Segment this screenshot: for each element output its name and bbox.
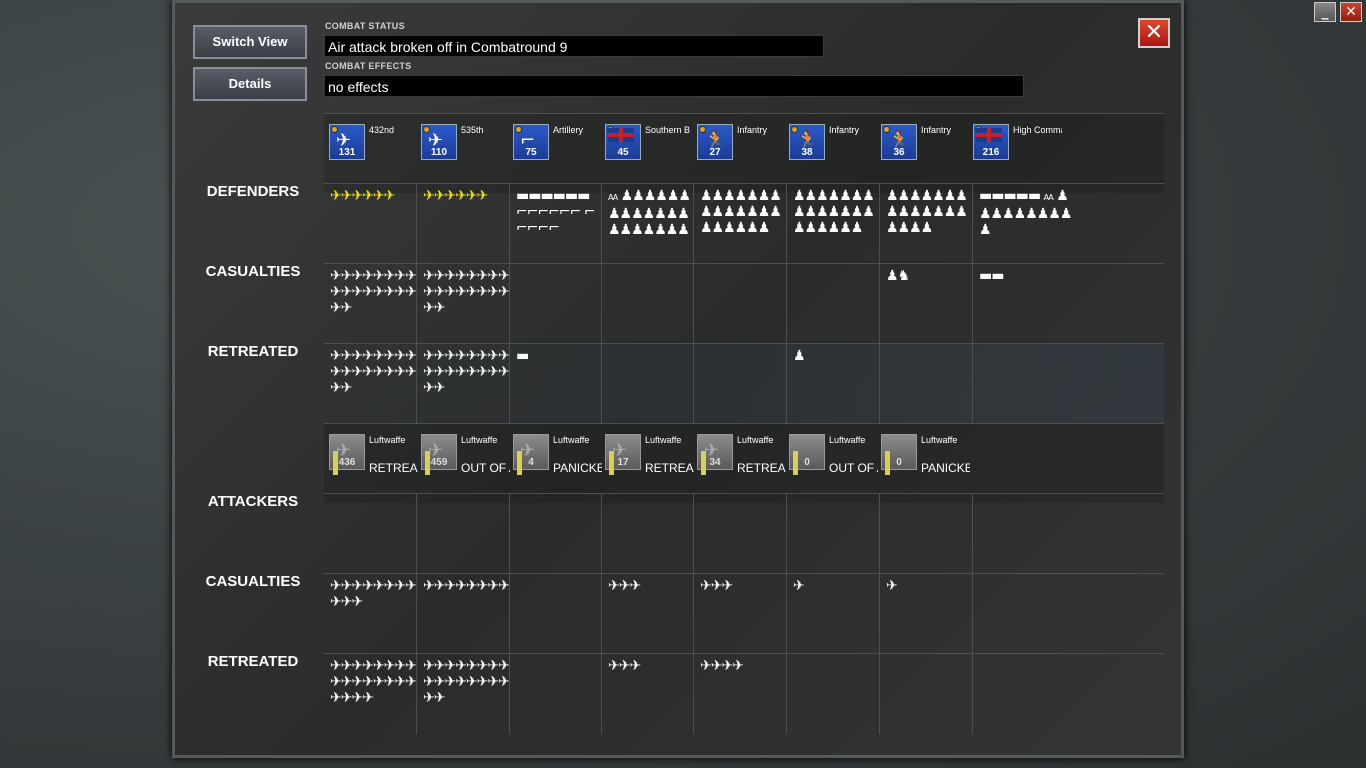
- details-button[interactable]: Details: [193, 67, 307, 101]
- plane-sprites: ✈✈✈✈✈✈✈✈✈✈✈✈✈✈✈✈✈✈: [423, 268, 509, 316]
- defender-unit[interactable]: ✈ 131 432nd: [326, 114, 418, 184]
- defender-retreated-label: RETREATED: [207, 343, 299, 360]
- attacker-unit[interactable]: ✈ 34 Luftwaffe RETREA: [694, 424, 786, 494]
- minimize-button[interactable]: _: [1314, 2, 1336, 22]
- defender-unit[interactable]: 45 Southern B: [602, 114, 694, 184]
- plane-sprites: ✈✈✈✈✈✈✈✈: [423, 578, 509, 594]
- close-icon[interactable]: ✕: [1138, 18, 1170, 48]
- defender-unit[interactable]: ⌐ 75 Artillery: [510, 114, 602, 184]
- defender-casualties-row: ✈✈✈✈✈✈✈✈✈✈✈✈✈✈✈✈✈✈ ✈✈✈✈✈✈✈✈✈✈✈✈✈✈✈✈✈✈ ♟♞…: [324, 263, 1164, 344]
- attacker-unit[interactable]: ✈ 17 Luftwaffe RETREA: [602, 424, 694, 494]
- defender-unit[interactable]: 216 High Command: [970, 114, 1062, 184]
- plane-sprites: ✈: [793, 578, 805, 594]
- troop-sprites: ♟: [793, 348, 806, 364]
- defenders-row: ✈✈✈✈✈✈ ✈✈✈✈✈✈ ▬▬▬▬▬▬ ⌐⌐⌐⌐⌐⌐ ⌐⌐⌐⌐⌐ AA ♟♟♟…: [324, 183, 1164, 264]
- uk-flag-icon: [976, 128, 1002, 142]
- troop-sprites: AA ♟♟♟♟♟♟♟♟♟♟♟♟♟♟♟♟♟♟♟♟: [608, 188, 691, 238]
- plane-sprites: ✈✈✈✈✈✈✈✈✈✈✈✈✈✈✈✈✈✈✈✈: [330, 658, 416, 706]
- attackers-row: [324, 493, 1164, 574]
- attacker-unit[interactable]: 0 LuftwaffePANICKED: [878, 424, 970, 494]
- attacker-unit[interactable]: 0 LuftwaffeOUT OF A: [786, 424, 878, 494]
- plane-sprites: ✈✈✈✈✈✈✈✈✈✈✈: [330, 578, 416, 610]
- combat-effects-field: no effects: [324, 75, 1024, 97]
- switch-view-button[interactable]: Switch View: [193, 25, 307, 59]
- plane-sprites: ✈✈✈✈✈✈: [330, 188, 395, 204]
- attacker-casualties-label: CASUALTIES: [205, 573, 301, 590]
- defender-retreated-row: ✈✈✈✈✈✈✈✈✈✈✈✈✈✈✈✈✈✈ ✈✈✈✈✈✈✈✈✈✈✈✈✈✈✈✈✈✈ ▬ …: [324, 343, 1164, 424]
- defender-unit-row: ✈ 131 432nd ✈ 110 535th ⌐ 75 Artillery 45 S…: [324, 113, 1164, 193]
- plane-sprites: ✈: [886, 578, 898, 594]
- attacker-unit[interactable]: ✈ 4 Luftwaffe PANICKE: [510, 424, 602, 494]
- window-close-button[interactable]: ✕: [1340, 2, 1362, 22]
- plane-sprites: ✈✈✈: [608, 658, 641, 674]
- attacker-retreated-row: ✈✈✈✈✈✈✈✈✈✈✈✈✈✈✈✈✈✈✈✈ ✈✈✈✈✈✈✈✈✈✈✈✈✈✈✈✈✈✈ …: [324, 653, 1164, 734]
- combat-effects-label: COMBAT EFFECTS: [325, 61, 412, 71]
- defender-unit[interactable]: 🏃 38 Infantry: [786, 114, 878, 184]
- combat-grid: ✈ 131 432nd ✈ 110 535th ⌐ 75 Artillery 45 S…: [324, 113, 1164, 734]
- plane-sprites: ✈✈✈: [700, 578, 733, 594]
- troop-sprites: ♟♟♟♟♟♟♟♟♟♟♟♟♟♟♟♟♟♟♟♟: [700, 188, 782, 236]
- attacker-unit[interactable]: ✈459 LuftwaffeOUT OF A: [418, 424, 510, 494]
- combat-status-field: Air attack broken off in Combatround 9: [324, 35, 824, 57]
- defender-unit[interactable]: ✈ 110 535th: [418, 114, 510, 184]
- combat-status-label: COMBAT STATUS: [325, 21, 405, 31]
- attacker-retreated-label: RETREATED: [207, 653, 299, 670]
- plane-sprites: ✈✈✈✈✈✈✈✈✈✈✈✈✈✈✈✈✈✈: [423, 348, 509, 396]
- attacker-unit[interactable]: ✈ 436 Luftwaffe RETREA: [326, 424, 418, 494]
- vehicle-sprites: ▬: [516, 348, 529, 364]
- artillery-sprites: ▬▬▬▬▬▬ ⌐⌐⌐⌐⌐⌐ ⌐⌐⌐⌐⌐: [516, 188, 596, 236]
- troop-sprites: ♟♟♟♟♟♟♟♟♟♟♟♟♟♟♟♟♟♟♟♟: [793, 188, 875, 236]
- uk-flag-icon: [608, 128, 634, 142]
- vehicle-sprites: ▬▬: [979, 268, 1004, 284]
- attackers-label: ATTACKERS: [207, 493, 299, 510]
- plane-sprites: ✈✈✈✈✈✈✈✈✈✈✈✈✈✈✈✈✈✈: [330, 348, 416, 396]
- defender-unit[interactable]: 🏃 27 Infantry: [694, 114, 786, 184]
- plane-sprites: ✈✈✈✈✈✈✈✈✈✈✈✈✈✈✈✈✈✈: [330, 268, 416, 316]
- plane-sprites: ✈✈✈✈✈✈: [423, 188, 488, 204]
- defenders-label: DEFENDERS: [206, 183, 300, 200]
- attacker-casualties-row: ✈✈✈✈✈✈✈✈✈✈✈ ✈✈✈✈✈✈✈✈ ✈✈✈ ✈✈✈ ✈ ✈: [324, 573, 1164, 654]
- troop-sprites: ▬▬▬▬▬ AA ♟♟♟♟♟♟♟♟♟♟: [979, 188, 1072, 238]
- combat-report-panel: Switch View Details COMBAT STATUS Air at…: [172, 0, 1184, 758]
- troop-sprites: ♟♟♟♟♟♟♟♟♟♟♟♟♟♟♟♟♟♟: [886, 188, 968, 236]
- plane-sprites: ✈✈✈: [608, 578, 641, 594]
- defender-casualties-label: CASUALTIES: [205, 263, 301, 280]
- plane-sprites: ✈✈✈✈: [700, 658, 744, 674]
- attacker-unit-row: ✈ 436 Luftwaffe RETREA ✈ 459 Luftwaffe OUT O…: [324, 423, 1164, 503]
- troop-sprites: ♟♞: [886, 268, 910, 284]
- plane-sprites: ✈✈✈✈✈✈✈✈✈✈✈✈✈✈✈✈✈✈: [423, 658, 509, 706]
- defender-unit[interactable]: 🏃 36 Infantry: [878, 114, 970, 184]
